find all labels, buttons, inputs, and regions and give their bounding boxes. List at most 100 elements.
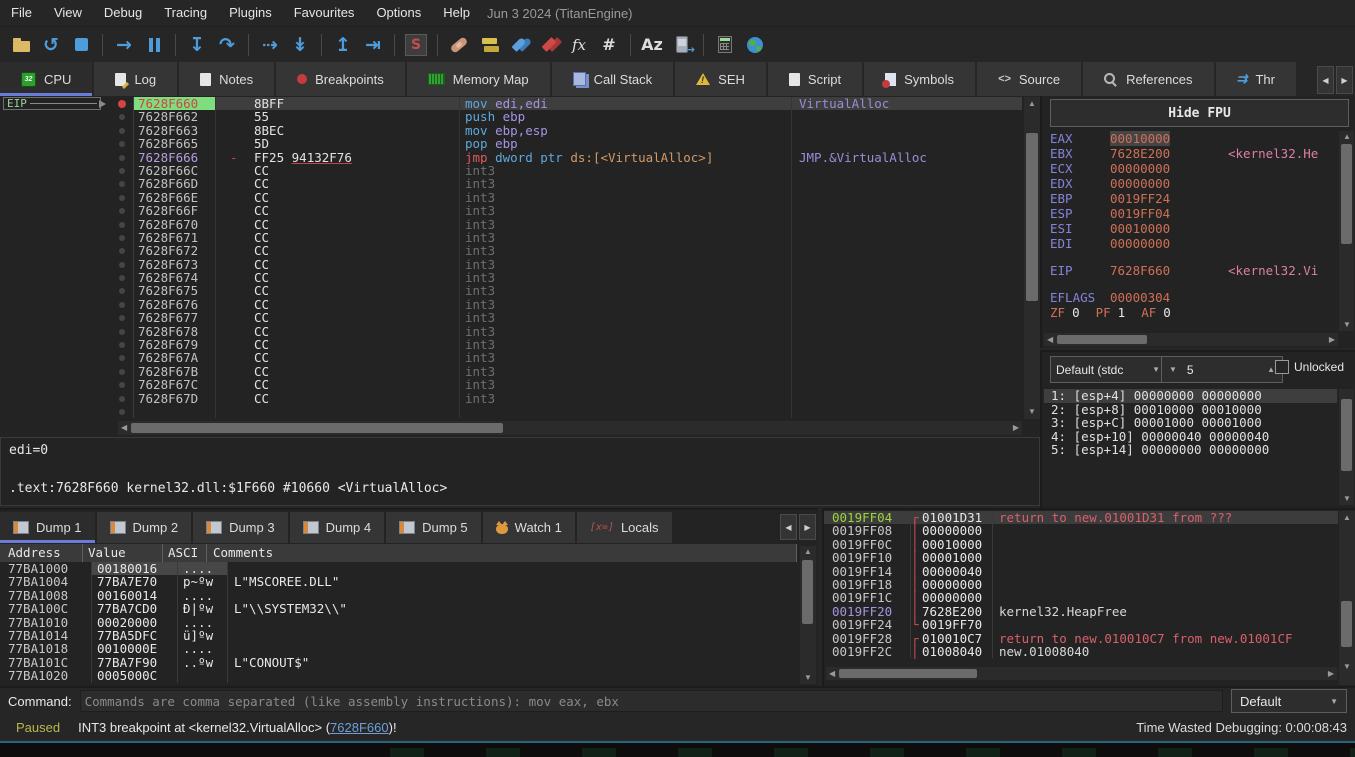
disasm-row[interactable]: 7628F671CCint3 <box>0 231 1022 244</box>
disasm-row[interactable]: 7628F66DCCint3 <box>0 177 1022 190</box>
disasm-row[interactable]: 7628F672CCint3 <box>0 244 1022 257</box>
unlocked-checkbox[interactable]: Unlocked <box>1275 360 1344 374</box>
stack-hscrollbar[interactable]: ◀ ▶ <box>826 667 1337 680</box>
dump-tab-locals[interactable]: Locals <box>577 512 672 543</box>
dump-tab-watch-1[interactable]: Watch 1 <box>483 512 575 543</box>
run-icon[interactable]: → <box>109 31 139 59</box>
internet-icon[interactable] <box>740 31 770 59</box>
tab-call-stack[interactable]: Call Stack <box>552 62 674 96</box>
disasm-row[interactable]: EIP7628F6608BFFmov edi,ediVirtualAlloc <box>0 97 1022 110</box>
disasm-row[interactable]: 7628F677CCint3 <box>0 311 1022 324</box>
register-row[interactable]: EFLAGS00000304 <box>1050 290 1337 305</box>
disasm-row[interactable]: 7628F6638BECmov ebp,esp <box>0 124 1022 137</box>
tab-notes[interactable]: Notes <box>179 62 274 96</box>
pause-icon[interactable] <box>139 31 169 59</box>
disasm-row[interactable]: 7628F66FCCint3 <box>0 204 1022 217</box>
disasm-row[interactable] <box>0 405 1022 418</box>
source-step-icon[interactable]: S <box>401 31 431 59</box>
disasm-row[interactable]: 7628F674CCint3 <box>0 271 1022 284</box>
disasm-hscrollbar[interactable]: ◀ ▶ <box>118 421 1022 435</box>
argument-count-spinner[interactable]: ▼ 5 ▲ <box>1161 356 1283 383</box>
tab-symbols[interactable]: Symbols <box>864 62 975 96</box>
disasm-row[interactable]: 7628F673CCint3 <box>0 258 1022 271</box>
register-row[interactable]: EIP7628F660<kernel32.Vi <box>1050 263 1337 278</box>
disasm-row[interactable]: 7628F676CCint3 <box>0 298 1022 311</box>
checkbox-box[interactable] <box>1275 360 1289 374</box>
disasm-row[interactable]: 7628F66CCCint3 <box>0 164 1022 177</box>
stack-row[interactable]: 0019FF04┌01001D31return to new.01001D31 … <box>824 511 1338 524</box>
dump-row[interactable]: 77BA100477BA7E70p~ºwL"MSCOREE.DLL" <box>0 575 797 588</box>
argument-row[interactable]: 2: [esp+8] 00010000 00010000 <box>1044 403 1337 417</box>
execute-till-return-icon[interactable]: ↥ <box>328 31 358 59</box>
stack-row[interactable]: 0019FF0C│00010000 <box>824 538 1338 551</box>
dump-tab-scroll-left-icon[interactable]: ◀ <box>780 514 797 540</box>
arguments-vscrollbar[interactable]: ▼ <box>1339 389 1354 505</box>
disasm-row[interactable]: 7628F6655Dpop ebp <box>0 137 1022 150</box>
dump-tab-dump-4[interactable]: Dump 4 <box>290 512 385 543</box>
close-icon[interactable] <box>66 31 96 59</box>
breakpoint-dot-icon[interactable] <box>118 100 126 108</box>
argument-row[interactable]: 5: [esp+14] 00000000 00000000 <box>1044 443 1337 457</box>
trace-over-icon[interactable]: ↡ <box>285 31 315 59</box>
step-into-icon[interactable]: ↧ <box>182 31 212 59</box>
tab-breakpoints[interactable]: Breakpoints <box>276 62 405 96</box>
registers-hscrollbar[interactable]: ◀ ▶ <box>1044 333 1338 346</box>
disasm-row[interactable]: 7628F67DCCint3 <box>0 392 1022 405</box>
dump-vscrollbar[interactable]: ▲ ▼ <box>800 546 816 684</box>
register-row[interactable]: EDI00000000 <box>1050 236 1337 251</box>
spinner-down-icon[interactable]: ▼ <box>1169 365 1177 374</box>
disasm-row[interactable]: 7628F679CCint3 <box>0 338 1022 351</box>
disasm-vscrollbar[interactable]: ▲ ▼ <box>1024 97 1040 419</box>
tab-thr[interactable]: Thr <box>1216 62 1296 96</box>
disasm-row[interactable]: 7628F66ECCint3 <box>0 191 1022 204</box>
menu-plugins[interactable]: Plugins <box>218 0 283 26</box>
patches-icon[interactable] <box>444 31 474 59</box>
menu-file[interactable]: File <box>0 0 43 26</box>
tab-seh[interactable]: SEH <box>675 62 766 96</box>
register-row[interactable]: ECX00000000 <box>1050 161 1337 176</box>
stack-row[interactable]: 0019FF18│00000000 <box>824 578 1338 591</box>
tab-scroll-left-icon[interactable]: ◀ <box>1317 66 1334 94</box>
run-to-user-code-icon[interactable]: ⇥ <box>358 31 388 59</box>
menu-help[interactable]: Help <box>432 0 481 26</box>
register-row[interactable]: ZF0PF1AF0 <box>1050 305 1337 320</box>
disasm-row[interactable]: 7628F66255push ebp <box>0 110 1022 123</box>
menu-options[interactable]: Options <box>365 0 432 26</box>
stack-vscrollbar[interactable]: ▲ ▼ <box>1339 511 1355 685</box>
assemble-icon[interactable]: Az <box>637 31 667 59</box>
stack-row[interactable]: 0019FF1C│00000000 <box>824 591 1338 604</box>
labels-icon[interactable] <box>504 31 534 59</box>
dump-row[interactable]: 77BA100800160014.... <box>0 589 797 602</box>
dump-row[interactable]: 77BA100C77BA7CD0Ð|ºwL"\\SYSTEM32\\" <box>0 602 797 615</box>
dump-row[interactable]: 77BA101477BA5DFCü]ºw <box>0 629 797 642</box>
argument-row[interactable]: 3: [esp+C] 00001000 00001000 <box>1044 416 1337 430</box>
dump-row[interactable]: 77BA101000020000.... <box>0 616 797 629</box>
disasm-row[interactable]: 7628F67CCCint3 <box>0 378 1022 391</box>
tab-script[interactable]: Script <box>768 62 862 96</box>
dump-tab-dump-1[interactable]: Dump 1 <box>0 512 95 543</box>
tab-scroll-right-icon[interactable]: ▶ <box>1336 66 1353 94</box>
argument-row[interactable]: 4: [esp+10] 00000040 00000040 <box>1044 430 1337 444</box>
restart-icon[interactable]: ↺ <box>36 31 66 59</box>
spinner-up-icon[interactable]: ▲ <box>1267 365 1275 374</box>
menu-view[interactable]: View <box>43 0 93 26</box>
disasm-row[interactable]: 7628F67ACCint3 <box>0 351 1022 364</box>
dump-row[interactable]: 77BA101C77BA7F90..ºwL"CONOUT$" <box>0 656 797 669</box>
dump-tab-dump-5[interactable]: Dump 5 <box>386 512 481 543</box>
dump-tab-dump-2[interactable]: Dump 2 <box>97 512 192 543</box>
dump-row[interactable]: 77BA10200005000C <box>0 669 797 682</box>
disasm-row[interactable]: 7628F670CCint3 <box>0 218 1022 231</box>
register-row[interactable]: EAX00010000 <box>1050 131 1337 146</box>
registers-vscrollbar[interactable]: ▲ ▼ <box>1339 131 1354 331</box>
stack-row[interactable]: 0019FF20│7628E200kernel32.HeapFree <box>824 605 1338 618</box>
stack-row[interactable]: 0019FF14│00000040 <box>824 565 1338 578</box>
menu-favourites[interactable]: Favourites <box>283 0 366 26</box>
command-input[interactable] <box>80 690 1223 712</box>
register-row[interactable]: EDX00000000 <box>1050 176 1337 191</box>
stack-row[interactable]: 0019FF08│00000000 <box>824 524 1338 537</box>
disasm-row[interactable]: 7628F67BCCint3 <box>0 365 1022 378</box>
open-file-icon[interactable] <box>6 31 36 59</box>
register-row[interactable]: ESP0019FF04 <box>1050 206 1337 221</box>
menu-tracing[interactable]: Tracing <box>153 0 218 26</box>
calculator-icon[interactable] <box>710 31 740 59</box>
